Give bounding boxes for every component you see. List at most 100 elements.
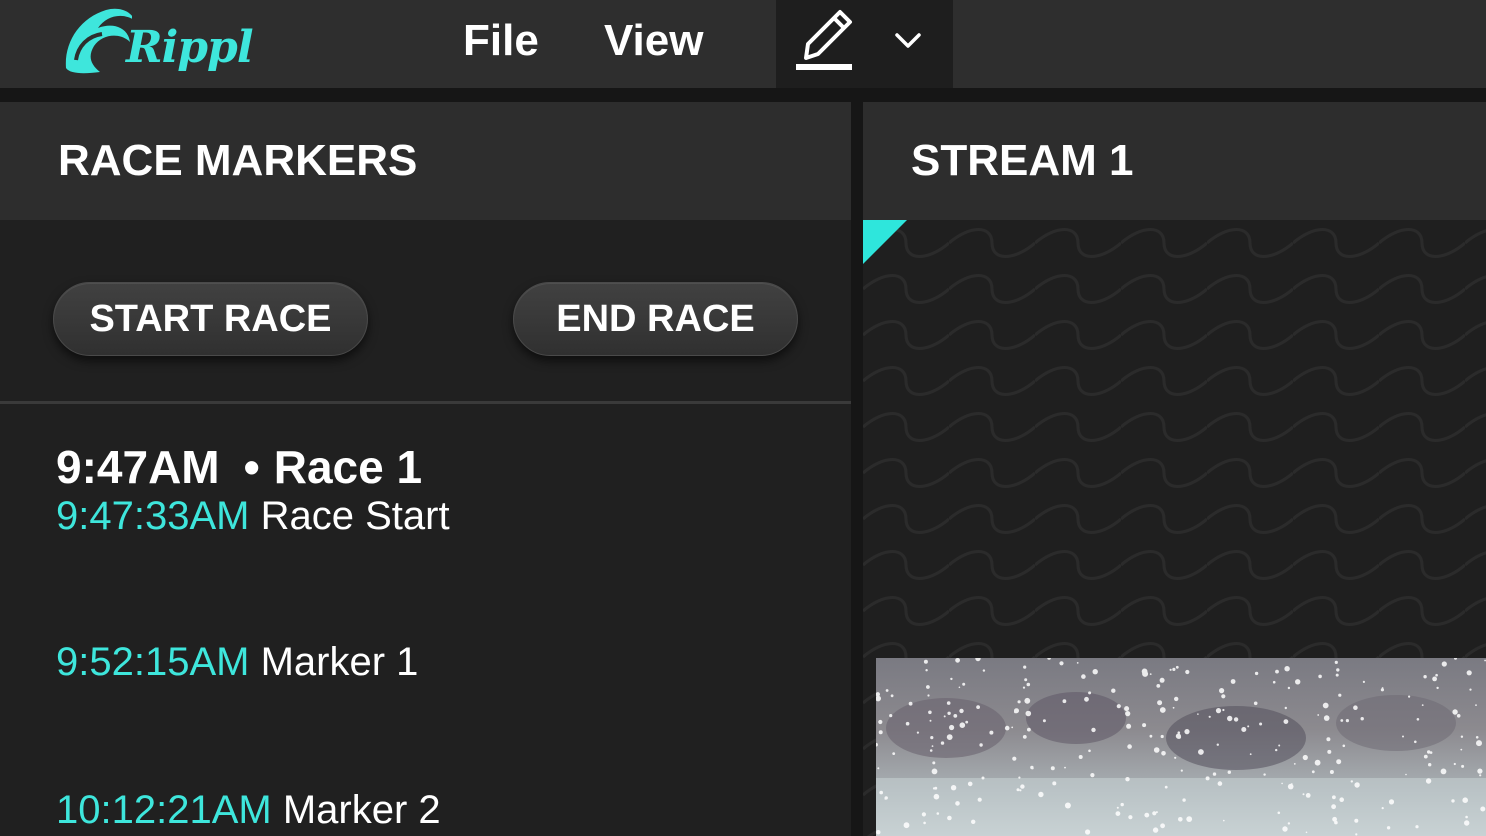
snowflake <box>1423 675 1427 679</box>
snowflake <box>928 710 932 715</box>
snowflake <box>1115 811 1121 816</box>
snowflake <box>950 785 957 791</box>
snowflake <box>982 669 986 672</box>
snowflake <box>1012 756 1017 761</box>
snowflake <box>1180 769 1183 772</box>
menu-file[interactable]: File <box>463 16 539 66</box>
snowflake <box>1338 693 1342 697</box>
snowflake <box>1456 714 1461 718</box>
snowflake <box>1249 753 1252 756</box>
snowflake <box>1081 674 1086 679</box>
snowflake <box>1454 658 1457 660</box>
rippl-logo[interactable]: Rippl <box>62 2 254 84</box>
snowflake <box>932 761 936 765</box>
race-markers-header: RACE MARKERS <box>0 102 851 220</box>
snowflake <box>1197 713 1199 715</box>
snowflake <box>1091 727 1096 733</box>
snowflake <box>1475 736 1479 739</box>
snowflake <box>1427 750 1431 754</box>
stream-video-thumbnail[interactable] <box>876 658 1486 836</box>
snowflake <box>1441 661 1447 667</box>
snowflake <box>1216 743 1219 746</box>
snowflake <box>1477 768 1483 774</box>
snowflake <box>876 695 881 702</box>
snowflake <box>1149 734 1153 738</box>
snowflake <box>1323 715 1330 721</box>
race-heading[interactable]: 9:47AM • Race 1 <box>56 440 422 494</box>
snowflake <box>1088 749 1091 753</box>
snowflake <box>1186 816 1193 822</box>
snowflake <box>1355 833 1358 836</box>
snowflake <box>1480 806 1486 812</box>
snowflake <box>947 711 951 715</box>
snowflake <box>1085 829 1091 835</box>
end-race-button[interactable]: END RACE <box>513 282 798 356</box>
stream-header: STREAM 1 <box>863 102 1486 220</box>
snowflake <box>1332 816 1337 822</box>
snowflake <box>1277 811 1281 815</box>
snowflake <box>1287 686 1291 690</box>
snowflake <box>1152 827 1159 833</box>
snowflake <box>965 720 969 724</box>
snowflake <box>1461 764 1465 768</box>
snowflake <box>878 719 883 725</box>
marker-row[interactable]: 10:12:21AM Marker 2 <box>56 788 441 833</box>
snowflake <box>1011 726 1014 729</box>
snowflake <box>959 722 966 728</box>
snowflake <box>1157 700 1163 706</box>
snowflake <box>1284 666 1290 672</box>
snowflake <box>903 822 910 829</box>
snowflake <box>1124 706 1130 712</box>
snowflake <box>1149 673 1152 675</box>
snowflake <box>1331 804 1336 810</box>
snowflake <box>1342 744 1346 748</box>
snowflake <box>1295 679 1301 685</box>
snowflake <box>1004 725 1010 731</box>
snowflake <box>908 701 913 706</box>
tool-dropdown-button[interactable] <box>892 26 924 56</box>
marker-row[interactable]: 9:52:15AM Marker 1 <box>56 640 418 685</box>
marker-row[interactable]: 9:47:33AM Race Start <box>56 494 450 539</box>
snowflake <box>1350 780 1353 783</box>
snowflake <box>1254 671 1259 676</box>
snowflake <box>1174 756 1177 759</box>
snowflake <box>1360 717 1364 721</box>
snowflake <box>1120 802 1124 807</box>
snowflake <box>1233 717 1239 722</box>
snowflake <box>1259 722 1263 726</box>
chevron-down-icon <box>895 33 921 48</box>
marker-label: Marker 2 <box>282 788 441 832</box>
race-markers-panel: RACE MARKERS START RACE END RACE 9:47AM •… <box>0 102 851 836</box>
snowflake <box>946 701 951 705</box>
start-race-button[interactable]: START RACE <box>53 282 368 356</box>
snowflake <box>1317 714 1320 716</box>
snowflake <box>1024 678 1028 682</box>
snowflake <box>1354 782 1360 788</box>
snowflake <box>1335 673 1339 677</box>
snowflake <box>1078 755 1083 759</box>
snowflake <box>1127 744 1132 749</box>
stream-panel: STREAM 1 <box>863 102 1486 836</box>
snowflake <box>1164 785 1168 789</box>
menu-view[interactable]: View <box>604 16 703 66</box>
snowflake <box>1059 661 1064 666</box>
snowflake <box>1275 748 1278 752</box>
snowflake <box>955 658 960 663</box>
pencil-button[interactable] <box>796 4 856 76</box>
snowflake <box>967 781 973 787</box>
snowflake <box>1126 723 1132 729</box>
snowflake <box>1381 807 1384 810</box>
snowflake <box>1116 806 1119 809</box>
snowflake <box>979 743 983 747</box>
snowflake <box>1327 749 1332 754</box>
snowflake <box>926 685 930 689</box>
divider <box>0 401 851 404</box>
snowflake <box>1287 783 1294 790</box>
snowflake <box>1339 797 1344 802</box>
snowflake <box>1334 660 1338 664</box>
snowflake <box>1326 737 1331 742</box>
snowflake <box>1027 727 1031 732</box>
snowflake <box>1208 715 1211 718</box>
snowflake <box>1469 688 1472 691</box>
snowflake <box>1084 696 1089 702</box>
